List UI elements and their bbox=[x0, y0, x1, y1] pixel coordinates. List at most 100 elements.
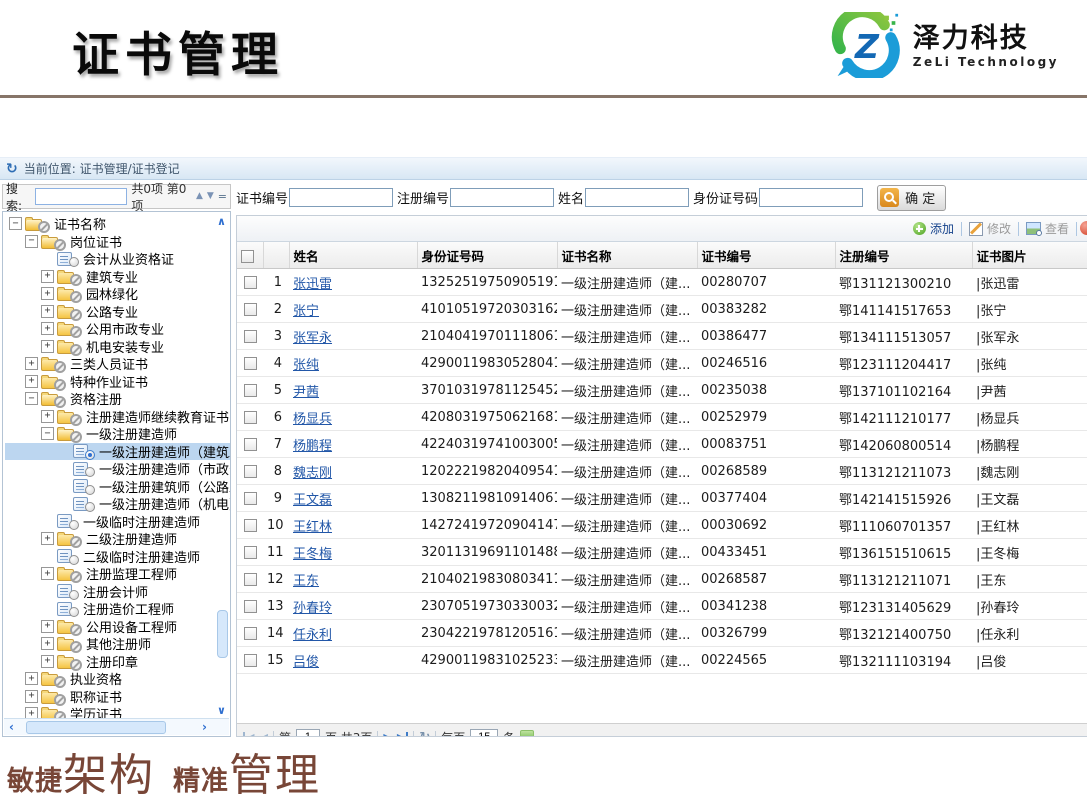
tree-item[interactable]: +建筑专业 bbox=[5, 268, 230, 286]
last-page-icon[interactable]: ▶ bbox=[397, 732, 408, 738]
tree-item[interactable]: +公用设备工程师 bbox=[5, 618, 230, 636]
tree-item[interactable]: 一级注册建造师（市政公 bbox=[5, 460, 230, 478]
tree-item-label[interactable]: 公路专业 bbox=[86, 302, 138, 321]
tree-item-label[interactable]: 注册建造师继续教育证书 bbox=[86, 407, 229, 426]
expand-icon[interactable]: + bbox=[25, 672, 38, 685]
first-page-icon[interactable]: ◀ bbox=[243, 732, 254, 738]
row-checkbox[interactable] bbox=[244, 411, 257, 424]
tree-item-label[interactable]: 特种作业证书 bbox=[70, 372, 148, 391]
header-cert-name[interactable]: 证书名称 bbox=[557, 242, 697, 269]
delete-icon[interactable] bbox=[1080, 221, 1087, 235]
scroll-up-icon[interactable]: ∧ bbox=[215, 216, 228, 227]
name-link[interactable]: 孙春玲 bbox=[293, 601, 332, 616]
collapse-icon[interactable]: − bbox=[41, 427, 54, 440]
tree-item-label[interactable]: 执业资格 bbox=[70, 669, 122, 688]
collapse-icon[interactable]: − bbox=[9, 217, 22, 230]
name-link[interactable]: 张军永 bbox=[293, 331, 332, 346]
tree-item-label[interactable]: 注册监理工程师 bbox=[86, 564, 177, 583]
expand-icon[interactable]: + bbox=[41, 305, 54, 318]
name-link[interactable]: 任永利 bbox=[293, 628, 332, 643]
prev-page-icon[interactable]: ◀ bbox=[259, 732, 267, 738]
scroll-right-icon[interactable]: › bbox=[202, 720, 207, 734]
tree-item[interactable]: − 岗位证书 bbox=[5, 233, 230, 251]
expand-icon[interactable]: + bbox=[41, 567, 54, 580]
name-link[interactable]: 魏志刚 bbox=[293, 466, 332, 481]
tree-item[interactable]: 二级临时注册建造师 bbox=[5, 548, 230, 566]
select-all-checkbox[interactable] bbox=[241, 250, 254, 263]
tree-item[interactable]: + 注册监理工程师 bbox=[5, 565, 230, 583]
page-number-input[interactable] bbox=[296, 729, 320, 737]
tree-item-label[interactable]: 一级注册建筑师（公路工 bbox=[99, 477, 231, 496]
expand-icon[interactable]: + bbox=[25, 375, 38, 388]
tree-search-input[interactable] bbox=[35, 188, 127, 205]
tree-item[interactable]: + 三类人员证书 bbox=[5, 355, 230, 373]
expand-icon[interactable]: + bbox=[25, 690, 38, 703]
tree-item-label[interactable]: 二级注册建造师 bbox=[86, 529, 177, 548]
tree-item[interactable]: + 特种作业证书 bbox=[5, 373, 230, 391]
expand-icon[interactable]: + bbox=[41, 637, 54, 650]
expand-icon[interactable]: + bbox=[25, 357, 38, 370]
row-checkbox[interactable] bbox=[244, 357, 257, 370]
scroll-left-icon[interactable]: ‹ bbox=[9, 720, 14, 734]
tree-item-label[interactable]: 注册印章 bbox=[86, 652, 138, 671]
tree-item[interactable]: + 注册建造师继续教育证书 bbox=[5, 408, 230, 426]
expand-icon[interactable]: + bbox=[41, 270, 54, 283]
id-number-input[interactable] bbox=[759, 188, 863, 207]
tree-item-label[interactable]: 机电安装专业 bbox=[86, 337, 164, 356]
tree-item-label[interactable]: 其他注册师 bbox=[86, 634, 151, 653]
tree-item-label[interactable]: 岗位证书 bbox=[70, 232, 122, 251]
confirm-button[interactable]: 确 定 bbox=[877, 185, 946, 211]
row-checkbox[interactable] bbox=[244, 465, 257, 478]
tree-item-label[interactable]: 公用市政专业 bbox=[86, 319, 164, 338]
row-checkbox[interactable] bbox=[244, 438, 257, 451]
location-refresh-icon[interactable]: ↻ bbox=[6, 162, 18, 176]
add-button[interactable]: 添加 bbox=[913, 220, 954, 237]
header-reg-no[interactable]: 注册编号 bbox=[835, 242, 972, 269]
expand-icon[interactable]: + bbox=[41, 655, 54, 668]
tree-item[interactable]: +职称证书 bbox=[5, 688, 230, 706]
tree-item[interactable]: + 执业资格 bbox=[5, 670, 230, 688]
header-id-number[interactable]: 身份证号码 bbox=[417, 242, 557, 269]
per-page-input[interactable] bbox=[470, 729, 498, 737]
collapse-icon[interactable]: − bbox=[25, 235, 38, 248]
next-page-icon[interactable]: ▶ bbox=[383, 732, 391, 738]
search-prev-icon[interactable]: ▲ bbox=[196, 192, 203, 201]
row-checkbox[interactable] bbox=[244, 276, 257, 289]
name-link[interactable]: 王红林 bbox=[293, 520, 332, 535]
name-link[interactable]: 王东 bbox=[293, 574, 319, 589]
tree-item[interactable]: + 公用市政专业 bbox=[5, 320, 230, 338]
tree-item[interactable]: − 证书名称 bbox=[5, 215, 230, 233]
tree-item[interactable]: 一级注册建筑师（公路工 bbox=[5, 478, 230, 496]
row-checkbox[interactable] bbox=[244, 573, 257, 586]
tree-item[interactable]: 一级注册建造师（建筑工 bbox=[5, 443, 230, 461]
tree-item-label[interactable]: 三类人员证书 bbox=[70, 354, 148, 373]
expand-icon[interactable]: + bbox=[41, 620, 54, 633]
search-next-icon[interactable]: ▼ bbox=[207, 192, 214, 201]
tree-item[interactable]: + 公路专业 bbox=[5, 303, 230, 321]
tree-item[interactable]: +机电安装专业 bbox=[5, 338, 230, 356]
tree-item-label[interactable]: 会计从业资格证 bbox=[83, 249, 174, 268]
expand-icon[interactable]: + bbox=[41, 410, 54, 423]
tree-item-label[interactable]: 注册造价工程师 bbox=[83, 599, 174, 618]
tree-item[interactable]: 一级临时注册建造师 bbox=[5, 513, 230, 531]
tree-item-label[interactable]: 一级临时注册建造师 bbox=[83, 512, 200, 531]
tree-item-label[interactable]: 一级注册建造师（机电） bbox=[99, 494, 231, 513]
header-name[interactable]: 姓名 bbox=[289, 242, 417, 269]
tree-item-label[interactable]: 一级注册建造师 bbox=[86, 424, 177, 443]
tree-item-label[interactable]: 证书名称 bbox=[54, 214, 106, 233]
search-highlight-icon[interactable]: = bbox=[218, 190, 227, 203]
tree-item-label[interactable]: 注册会计师 bbox=[83, 582, 148, 601]
name-link[interactable]: 尹茜 bbox=[293, 385, 319, 400]
tree-horizontal-scrollbar[interactable]: ‹ › bbox=[4, 718, 229, 735]
row-checkbox[interactable] bbox=[244, 627, 257, 640]
name-link[interactable]: 杨鹏程 bbox=[293, 439, 332, 454]
collapse-icon[interactable]: − bbox=[25, 392, 38, 405]
row-checkbox[interactable] bbox=[244, 600, 257, 613]
name-link[interactable]: 张迅雷 bbox=[293, 277, 332, 292]
row-checkbox[interactable] bbox=[244, 654, 257, 667]
tree-item[interactable]: −资格注册 bbox=[5, 390, 230, 408]
tree-item[interactable]: +二级注册建造师 bbox=[5, 530, 230, 548]
name-link[interactable]: 张纯 bbox=[293, 358, 319, 373]
name-link[interactable]: 杨显兵 bbox=[293, 412, 332, 427]
expand-icon[interactable]: + bbox=[41, 322, 54, 335]
